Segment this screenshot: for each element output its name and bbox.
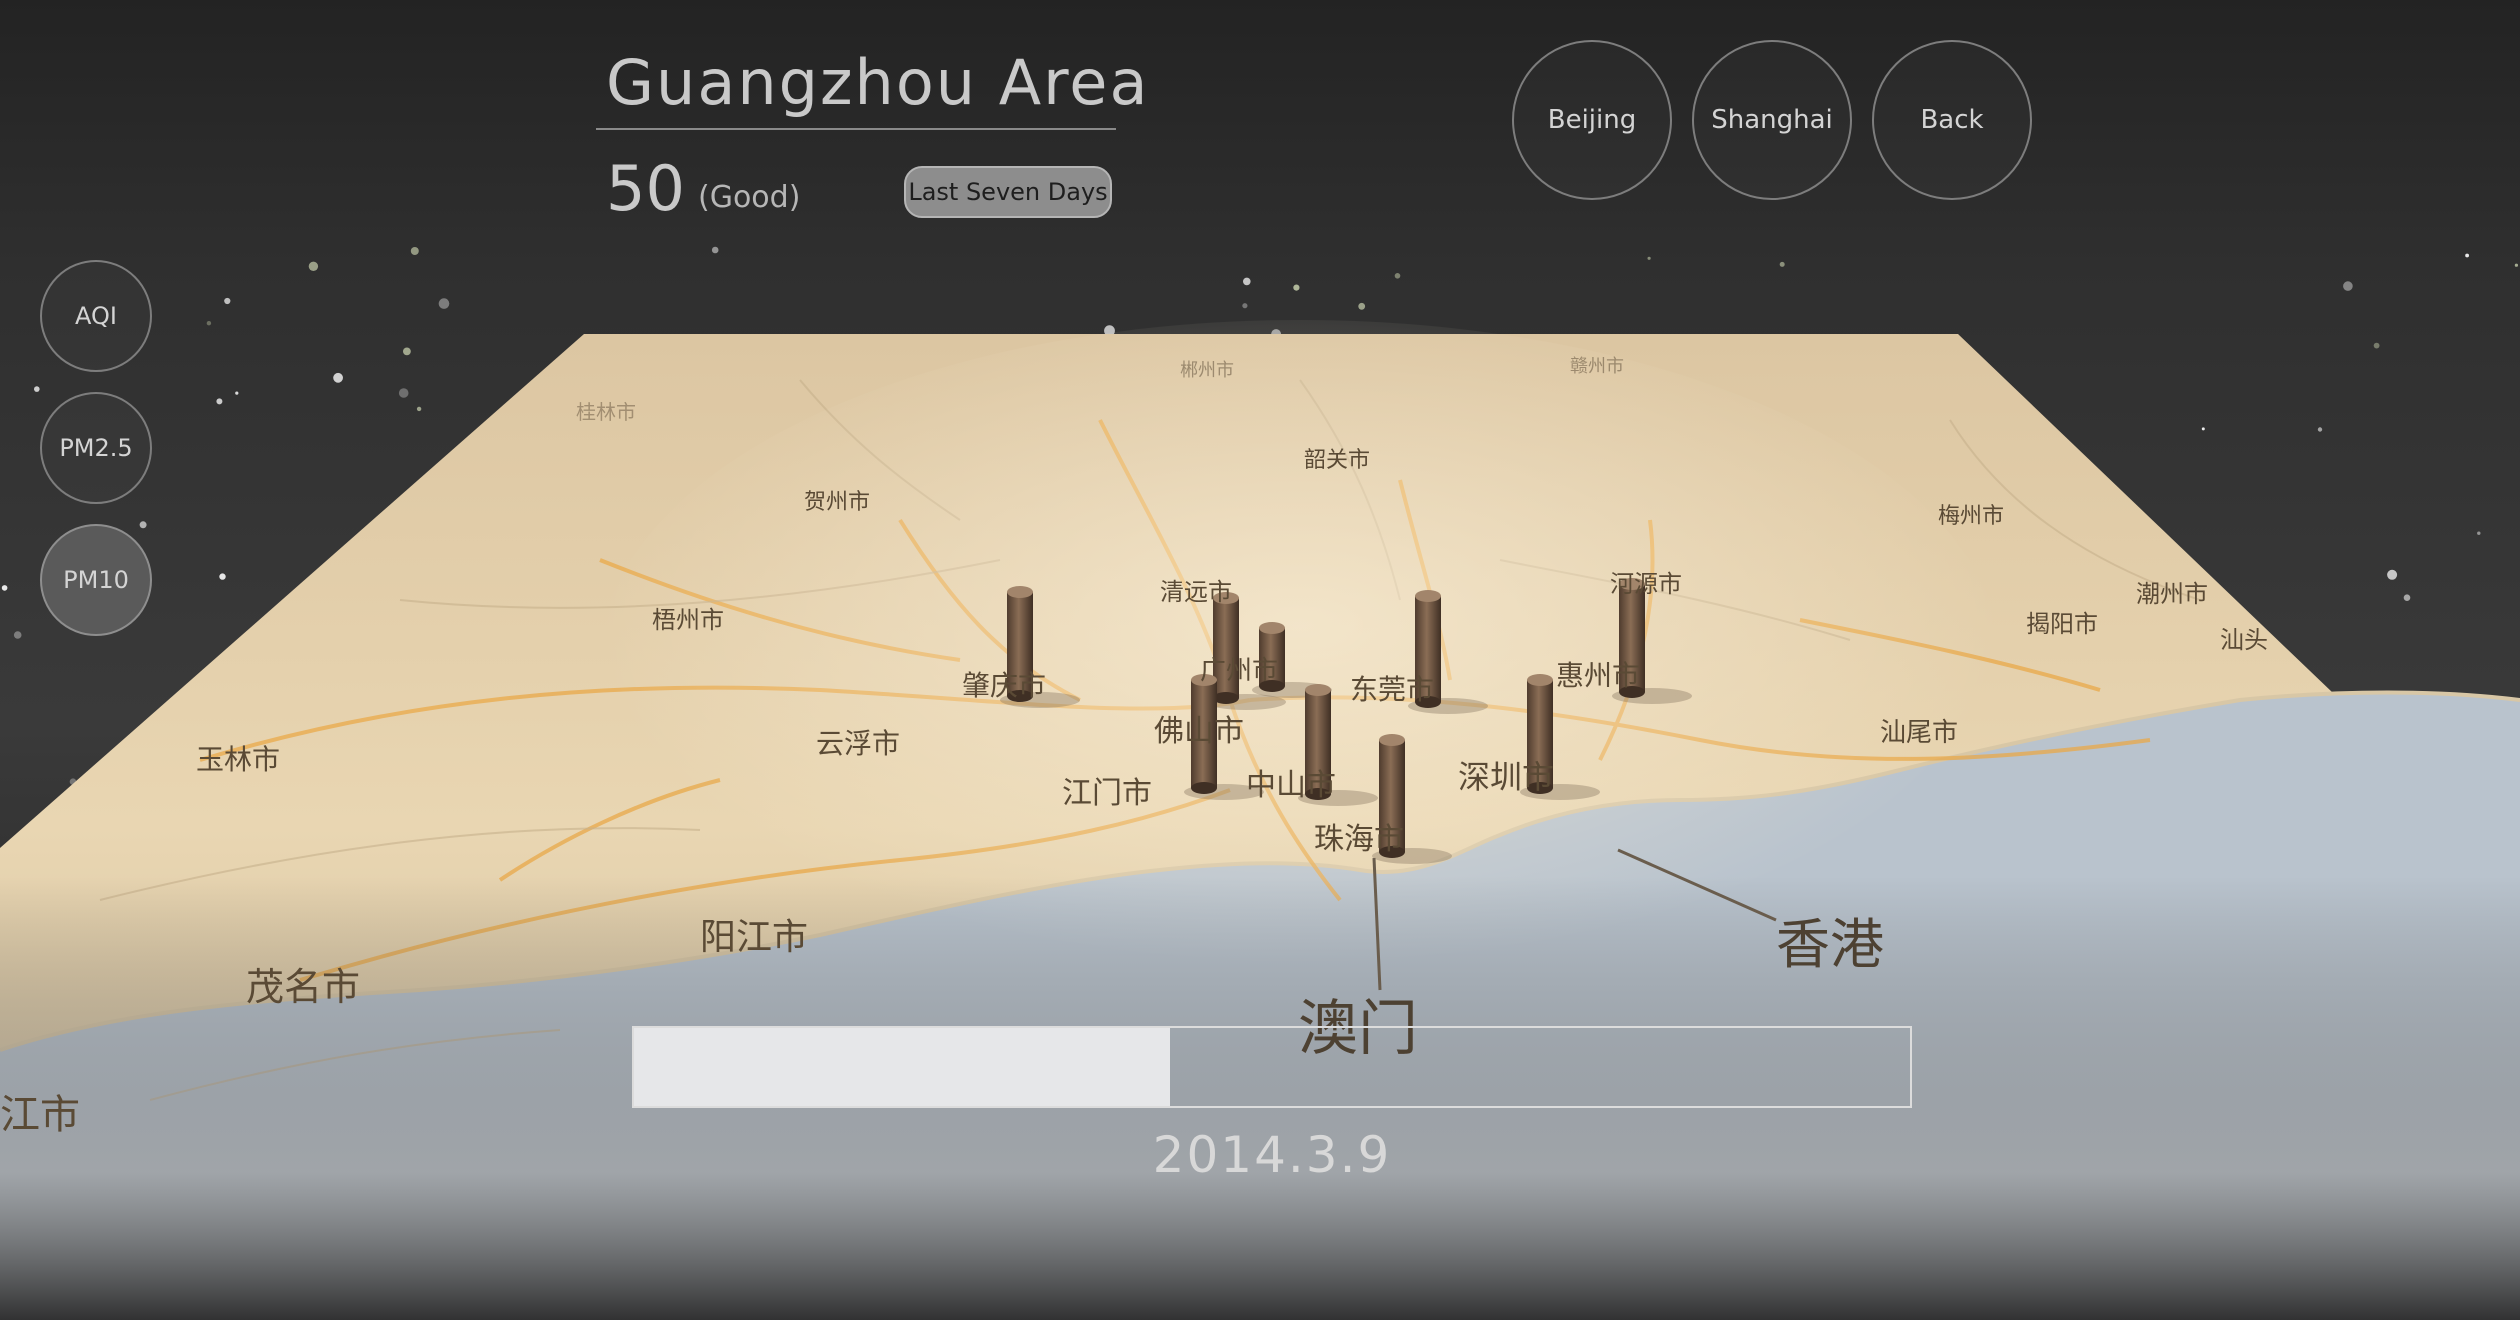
- label-heyuan: 河源市: [1610, 570, 1682, 598]
- timeline-progress-bar[interactable]: [632, 1026, 1912, 1108]
- timeline-date: 2014.3.9: [1152, 1126, 1392, 1184]
- label-huizhou: 惠州市: [1556, 659, 1641, 692]
- label-maoming: 茂名市: [246, 965, 361, 1009]
- last-seven-days-button[interactable]: Last Seven Days: [904, 166, 1112, 218]
- title-underline: [596, 128, 1116, 130]
- label-shantou: 汕头: [2220, 626, 2268, 654]
- pillar-cap: [1305, 684, 1331, 696]
- label-zhuhai: 珠海市: [1314, 822, 1404, 857]
- label-guilin: 桂林市: [576, 400, 636, 424]
- label-chenzhou: 郴州市: [1180, 360, 1234, 381]
- metric-pm10-button[interactable]: PM10: [40, 524, 152, 636]
- pillar-cap: [1527, 674, 1553, 686]
- label-foshan: 佛山市: [1154, 714, 1244, 749]
- label-jieyang: 揭阳市: [2026, 610, 2098, 638]
- aqi-value: 50: [606, 152, 685, 225]
- back-button[interactable]: Back: [1872, 40, 2032, 200]
- timeline-progress-fill: [634, 1028, 1170, 1106]
- beijing-button[interactable]: Beijing: [1512, 40, 1672, 200]
- label-jiangmen: 江门市: [1062, 776, 1152, 811]
- label-shaoguan: 韶关市: [1304, 448, 1371, 473]
- label-zhaoqing: 肇庆市: [962, 669, 1047, 702]
- label-ganzhou: 赣州市: [1570, 356, 1624, 377]
- label-meizhou: 梅州市: [1938, 504, 2005, 529]
- label-wuzhou: 梧州市: [652, 606, 724, 634]
- pillar-cap: [1007, 586, 1033, 598]
- pillar-cap: [1415, 590, 1441, 602]
- label-yulin: 玉林市: [196, 743, 281, 776]
- label-yangjiang: 阳江市: [700, 917, 809, 958]
- pillar-cap: [1259, 622, 1285, 634]
- label-yunfu: 云浮市: [816, 727, 901, 760]
- label-qingyuan: 清远市: [1160, 578, 1232, 606]
- area-title: Guangzhou Area: [606, 46, 1150, 119]
- label-dongguan: 东莞市: [1350, 673, 1435, 706]
- pillar-cap: [1379, 734, 1405, 746]
- pillar-base: [1191, 782, 1217, 794]
- label-guangzhou: 广州市: [1200, 656, 1279, 686]
- label-hezhou: 贺州市: [804, 490, 871, 515]
- label-zhongshan: 中山市: [1246, 768, 1336, 803]
- label-hongkong: 香港: [1776, 913, 1884, 976]
- shanghai-button[interactable]: Shanghai: [1692, 40, 1852, 200]
- aqi-level: (Good): [698, 180, 801, 215]
- label-shanwei: 汕尾市: [1880, 718, 1959, 748]
- label-chaozhou: 潮州市: [2136, 580, 2208, 608]
- app-stage: 郴州市 赣州市 桂林市 贺州市 韶关市 梅州市 梧州市 清远市 河源市 潮州市 …: [0, 0, 2520, 1320]
- label-shenzhen: 深圳市: [1458, 758, 1555, 796]
- metric-aqi-button[interactable]: AQI: [40, 260, 152, 372]
- label-zhanjiang: 江市: [0, 1092, 80, 1138]
- metric-pm25-button[interactable]: PM2.5: [40, 392, 152, 504]
